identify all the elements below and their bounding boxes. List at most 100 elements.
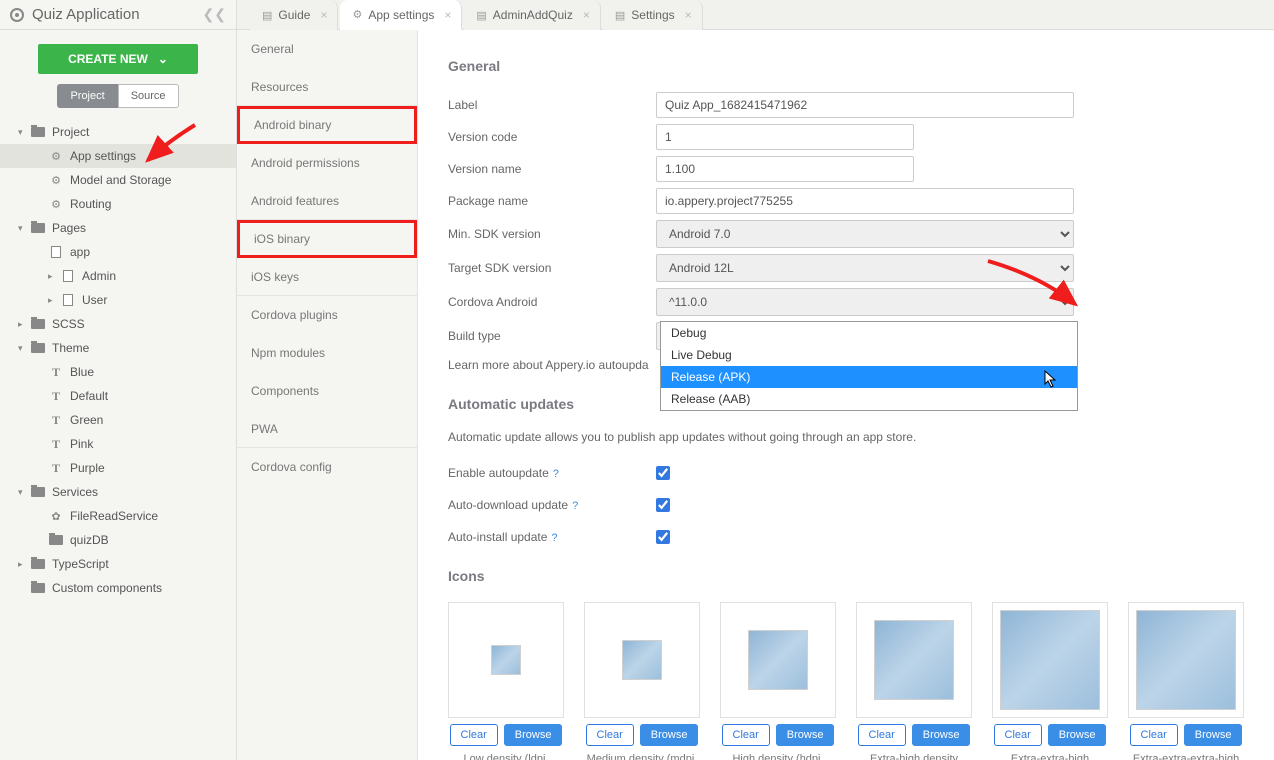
nav-android-features[interactable]: Android features	[237, 182, 417, 220]
clear-button[interactable]: Clear	[722, 724, 770, 746]
nav-cordova-plugins[interactable]: Cordova plugins	[237, 296, 417, 334]
collapse-sidebar-icon[interactable]: ❮❮	[203, 6, 226, 23]
tree-project[interactable]: ▾Project	[0, 120, 236, 144]
browse-button[interactable]: Browse	[912, 724, 971, 746]
file-icon: ▤	[615, 9, 625, 22]
tree-theme[interactable]: ▾Theme	[0, 336, 236, 360]
enable-auto-checkbox[interactable]	[656, 466, 670, 480]
icon-thumbnail	[748, 630, 808, 690]
clear-button[interactable]: Clear	[450, 724, 498, 746]
gear-icon: ⚙	[352, 8, 362, 21]
row-minsdk: Min. SDK version Android 7.0	[448, 220, 1244, 248]
clear-button[interactable]: Clear	[858, 724, 906, 746]
tab-adminaddquiz[interactable]: ▤AdminAddQuiz×	[464, 0, 600, 30]
nav-android-permissions[interactable]: Android permissions	[237, 144, 417, 182]
tree-model-storage[interactable]: ⚙Model and Storage	[0, 168, 236, 192]
buildtype-dropdown[interactable]: Debug Live Debug Release (APK) Release (…	[660, 321, 1078, 411]
tree-pages[interactable]: ▾Pages	[0, 216, 236, 240]
close-icon[interactable]: ×	[685, 8, 692, 22]
clear-button[interactable]: Clear	[1130, 724, 1178, 746]
file-icon	[60, 269, 76, 283]
version-code-input[interactable]	[656, 124, 914, 150]
version-code-label: Version code	[448, 130, 656, 144]
tree-purple[interactable]: TPurple	[0, 456, 236, 480]
project-toggle[interactable]: Project	[57, 84, 117, 108]
app-title: Quiz Application	[32, 6, 140, 23]
project-source-toggle: Project Source	[0, 84, 236, 108]
nav-ios-keys[interactable]: iOS keys	[237, 258, 417, 296]
nav-npm-modules[interactable]: Npm modules	[237, 334, 417, 372]
app-logo-icon	[10, 8, 24, 22]
theme-icon: T	[48, 461, 64, 475]
browse-button[interactable]: Browse	[1048, 724, 1107, 746]
enable-auto-label: Enable autoupdate?	[448, 466, 656, 480]
tree-fileread[interactable]: ✿FileReadService	[0, 504, 236, 528]
nav-android-binary[interactable]: Android binary	[237, 106, 417, 144]
tab-settings[interactable]: ▤Settings×	[603, 0, 703, 30]
help-icon[interactable]: ?	[553, 468, 559, 480]
targetsdk-label: Target SDK version	[448, 261, 656, 275]
tree-custom[interactable]: ▸Custom components	[0, 576, 236, 600]
tree-scss[interactable]: ▸SCSS	[0, 312, 236, 336]
autoinstall-checkbox[interactable]	[656, 530, 670, 544]
close-icon[interactable]: ×	[583, 8, 590, 22]
close-icon[interactable]: ×	[444, 8, 451, 22]
icon-preview	[992, 602, 1108, 718]
gear-icon: ⚙	[48, 149, 64, 163]
option-live-debug[interactable]: Live Debug	[661, 344, 1077, 366]
autodownload-checkbox[interactable]	[656, 498, 670, 512]
tree-default[interactable]: TDefault	[0, 384, 236, 408]
tree-blue[interactable]: TBlue	[0, 360, 236, 384]
tree-services[interactable]: ▾Services	[0, 480, 236, 504]
minsdk-select[interactable]: Android 7.0	[656, 220, 1074, 248]
clear-button[interactable]: Clear	[994, 724, 1042, 746]
browse-button[interactable]: Browse	[776, 724, 835, 746]
option-release-aab[interactable]: Release (AAB)	[661, 388, 1077, 410]
nav-general[interactable]: General	[237, 30, 417, 68]
help-icon[interactable]: ?	[572, 500, 578, 512]
tree-routing[interactable]: ⚙Routing	[0, 192, 236, 216]
tree-pink[interactable]: TPink	[0, 432, 236, 456]
tree-typescript[interactable]: ▸TypeScript	[0, 552, 236, 576]
theme-icon: T	[48, 389, 64, 403]
tree-user-page[interactable]: ▸User	[0, 288, 236, 312]
nav-pwa[interactable]: PWA	[237, 410, 417, 448]
tab-guide[interactable]: ▤Guide×	[250, 0, 338, 30]
version-name-input[interactable]	[656, 156, 914, 182]
tree-app-settings[interactable]: ⚙App settings	[0, 144, 236, 168]
option-debug[interactable]: Debug	[661, 322, 1077, 344]
nav-ios-binary[interactable]: iOS binary	[237, 220, 417, 258]
nav-resources[interactable]: Resources	[237, 68, 417, 106]
tree-quizdb[interactable]: quizDB	[0, 528, 236, 552]
nav-components[interactable]: Components	[237, 372, 417, 410]
left-sidebar: Quiz Application ❮❮ CREATE NEW ⌄ Project…	[0, 0, 237, 760]
cordova-select[interactable]: ^11.0.0	[656, 288, 1074, 316]
theme-icon: T	[48, 437, 64, 451]
close-icon[interactable]: ×	[320, 8, 327, 22]
icon-card: ClearBrowseMedium density (mdpi, 48x48)	[584, 602, 700, 760]
row-label: Label	[448, 92, 1244, 118]
browse-button[interactable]: Browse	[640, 724, 699, 746]
option-release-apk[interactable]: Release (APK)	[661, 366, 1077, 388]
targetsdk-select[interactable]: Android 12L	[656, 254, 1074, 282]
browse-button[interactable]: Browse	[504, 724, 563, 746]
tree-green[interactable]: TGreen	[0, 408, 236, 432]
package-input[interactable]	[656, 188, 1074, 214]
icon-preview	[856, 602, 972, 718]
row-cordova: Cordova Android ^11.0.0	[448, 288, 1244, 316]
help-icon[interactable]: ?	[551, 532, 557, 544]
clear-button[interactable]: Clear	[586, 724, 634, 746]
file-icon: ▤	[262, 9, 272, 22]
icon-thumbnail	[491, 645, 521, 675]
source-toggle[interactable]: Source	[118, 84, 179, 108]
label-input[interactable]	[656, 92, 1074, 118]
tree-admin-page[interactable]: ▸Admin	[0, 264, 236, 288]
sidebar-header: Quiz Application ❮❮	[0, 0, 236, 30]
file-icon: ▤	[476, 9, 486, 22]
nav-cordova-config[interactable]: Cordova config	[237, 448, 417, 486]
browse-button[interactable]: Browse	[1184, 724, 1243, 746]
project-tree: ▾Project ⚙App settings ⚙Model and Storag…	[0, 120, 236, 600]
create-new-button[interactable]: CREATE NEW ⌄	[38, 44, 198, 74]
tab-app-settings[interactable]: ⚙App settings×	[340, 0, 462, 30]
tree-app-page[interactable]: app	[0, 240, 236, 264]
